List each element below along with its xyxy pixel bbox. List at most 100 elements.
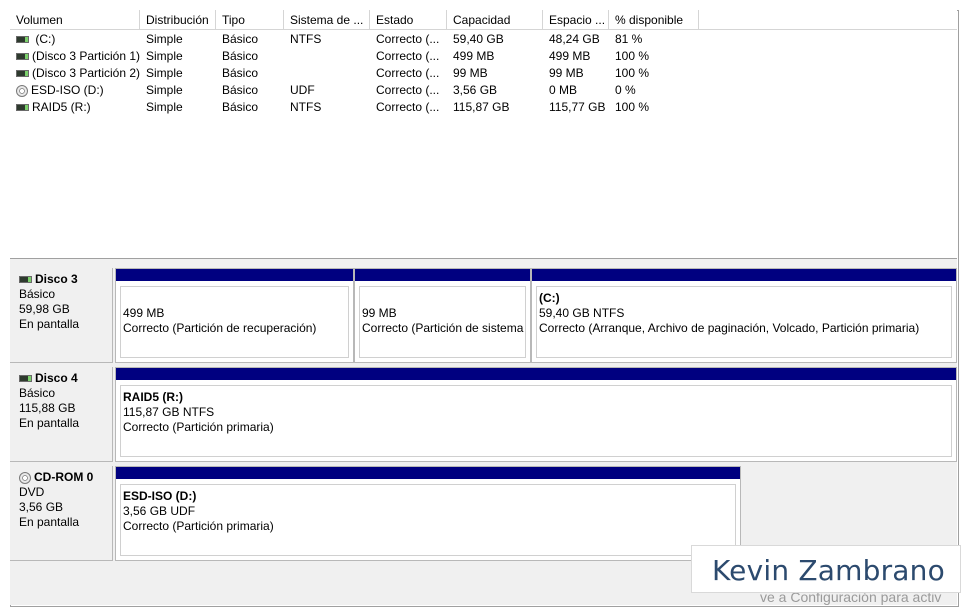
column-header-volume[interactable]: Volumen bbox=[10, 10, 140, 29]
partition-info: 499 MB Correcto (Partición de recuperaci… bbox=[120, 286, 349, 358]
filesystem-cell: NTFS bbox=[290, 32, 322, 46]
partition-title: (C:) bbox=[539, 291, 560, 305]
partition-size: 59,40 GB NTFS bbox=[539, 306, 625, 320]
disk-label[interactable]: CD-ROM 0 DVD 3,56 GB En pantalla bbox=[10, 466, 113, 561]
partition-title bbox=[362, 291, 525, 306]
partition-size: 99 MB bbox=[362, 306, 397, 320]
partition-title: RAID5 (R:) bbox=[123, 390, 183, 404]
percent-free-cell: 100 % bbox=[615, 66, 650, 80]
volume-cell: (C:) bbox=[10, 31, 140, 48]
status-cell: Correcto (... bbox=[376, 32, 440, 46]
volume-row[interactable]: (C:) Simple Básico NTFS Correcto (... 59… bbox=[10, 31, 957, 48]
layout-cell: Simple bbox=[146, 83, 183, 97]
partition-c[interactable]: (C:) 59,40 GB NTFS Correcto (Arranque, A… bbox=[531, 268, 957, 363]
partition-system[interactable]: 99 MB Correcto (Partición de sistema bbox=[354, 268, 531, 363]
partition-status: Correcto (Partición primaria) bbox=[123, 420, 274, 434]
disk-name: Disco 4 bbox=[19, 371, 112, 386]
filesystem-cell: UDF bbox=[290, 83, 315, 97]
hard-disk-icon bbox=[16, 70, 29, 78]
partition-esd-iso[interactable]: ESD-ISO (D:) 3,56 GB UDF Correcto (Parti… bbox=[115, 466, 741, 561]
disk-kind: Básico bbox=[19, 287, 56, 301]
status-cell: Correcto (... bbox=[376, 66, 440, 80]
volume-cell: (Disco 3 Partición 2) bbox=[10, 65, 140, 82]
type-cell: Básico bbox=[222, 32, 259, 46]
volume-row[interactable]: (Disco 3 Partición 1) Simple Básico Corr… bbox=[10, 48, 957, 65]
column-header-layout[interactable]: Distribución bbox=[140, 10, 216, 29]
partition-bar bbox=[532, 269, 956, 281]
type-cell: Básico bbox=[222, 83, 259, 97]
column-header-free-space[interactable]: Espacio ... bbox=[543, 10, 609, 29]
cd-disc-icon bbox=[16, 84, 28, 97]
cd-disc-icon bbox=[19, 471, 31, 484]
volume-row[interactable]: (Disco 3 Partición 2) Simple Básico Corr… bbox=[10, 65, 957, 82]
partition-bar bbox=[116, 269, 353, 281]
disk-size: 59,98 GB bbox=[19, 302, 70, 316]
partition-recovery[interactable]: 499 MB Correcto (Partición de recuperaci… bbox=[115, 268, 354, 363]
partition-status: Correcto (Partición de recuperación) bbox=[123, 321, 317, 335]
volume-name: RAID5 (R:) bbox=[32, 100, 91, 114]
partition-bar bbox=[116, 467, 740, 479]
column-header-percent-free[interactable]: % disponible bbox=[609, 10, 699, 29]
percent-free-cell: 81 % bbox=[615, 32, 643, 46]
partition-info: (C:) 59,40 GB NTFS Correcto (Arranque, A… bbox=[536, 286, 952, 358]
disk-label[interactable]: Disco 4 Básico 115,88 GB En pantalla bbox=[10, 367, 113, 462]
volume-cell: RAID5 (R:) bbox=[10, 99, 140, 116]
filesystem-cell bbox=[284, 48, 370, 65]
status-cell: Correcto (... bbox=[376, 83, 440, 97]
list-header: Volumen Distribución Tipo Sistema de ...… bbox=[10, 10, 957, 30]
layout-cell: Simple bbox=[146, 49, 183, 63]
column-header-capacity[interactable]: Capacidad bbox=[447, 10, 543, 29]
disk-kind: DVD bbox=[19, 485, 45, 499]
column-header-status[interactable]: Estado bbox=[370, 10, 447, 29]
disk-state: En pantalla bbox=[19, 317, 80, 331]
filesystem-cell: NTFS bbox=[290, 100, 322, 114]
free-space-cell: 99 MB bbox=[549, 66, 584, 80]
disk-size: 115,88 GB bbox=[19, 401, 76, 415]
free-space-cell: 48,24 GB bbox=[549, 32, 600, 46]
disk-kind: Básico bbox=[19, 386, 56, 400]
layout-cell: Simple bbox=[146, 66, 183, 80]
volume-cell: (Disco 3 Partición 1) bbox=[10, 48, 140, 65]
volume-list: Volumen Distribución Tipo Sistema de ...… bbox=[10, 10, 957, 259]
disk-size: 3,56 GB bbox=[19, 500, 64, 514]
type-cell: Básico bbox=[222, 66, 259, 80]
hard-disk-icon bbox=[16, 53, 29, 61]
status-cell: Correcto (... bbox=[376, 100, 440, 114]
volume-name: (C:) bbox=[32, 32, 56, 46]
capacity-cell: 99 MB bbox=[453, 66, 488, 80]
disk-label[interactable]: Disco 3 Básico 59,98 GB En pantalla bbox=[10, 268, 113, 363]
watermark: Kevin Zambrano bbox=[691, 545, 961, 593]
partition-size: 3,56 GB UDF bbox=[123, 504, 196, 518]
free-space-cell: 499 MB bbox=[549, 49, 591, 63]
free-space-cell: 0 MB bbox=[549, 83, 578, 97]
status-cell: Correcto (... bbox=[376, 49, 440, 63]
hard-disk-icon bbox=[19, 276, 32, 283]
partition-info: 99 MB Correcto (Partición de sistema bbox=[359, 286, 526, 358]
capacity-cell: 3,56 GB bbox=[453, 83, 498, 97]
partition-status: Correcto (Partición de sistema bbox=[362, 321, 524, 335]
percent-free-cell: 100 % bbox=[615, 100, 650, 114]
partition-title: ESD-ISO (D:) bbox=[123, 489, 197, 503]
partition-raid5[interactable]: RAID5 (R:) 115,87 GB NTFS Correcto (Part… bbox=[115, 367, 957, 462]
column-header-filesystem[interactable]: Sistema de ... bbox=[284, 10, 370, 29]
capacity-cell: 59,40 GB bbox=[453, 32, 504, 46]
disk-name: CD-ROM 0 bbox=[19, 470, 112, 485]
watermark-text: Kevin Zambrano bbox=[712, 554, 945, 587]
disk-state: En pantalla bbox=[19, 515, 80, 529]
disk-name: Disco 3 bbox=[19, 272, 112, 287]
hard-disk-icon bbox=[19, 375, 32, 382]
volume-name: (Disco 3 Partición 2) bbox=[32, 66, 140, 80]
hard-disk-icon bbox=[16, 36, 29, 44]
percent-free-cell: 0 % bbox=[615, 83, 636, 97]
percent-free-cell: 100 % bbox=[615, 49, 650, 63]
volume-cell: ESD-ISO (D:) bbox=[10, 82, 140, 99]
volume-row[interactable]: ESD-ISO (D:) Simple Básico UDF Correcto … bbox=[10, 82, 957, 99]
volume-row[interactable]: RAID5 (R:) Simple Básico NTFS Correcto (… bbox=[10, 99, 957, 116]
partition-title bbox=[123, 291, 348, 306]
partition-status: Correcto (Partición primaria) bbox=[123, 519, 274, 533]
filesystem-cell bbox=[284, 65, 370, 82]
layout-cell: Simple bbox=[146, 100, 183, 114]
partition-info: ESD-ISO (D:) 3,56 GB UDF Correcto (Parti… bbox=[120, 484, 736, 556]
column-header-type[interactable]: Tipo bbox=[216, 10, 284, 29]
capacity-cell: 499 MB bbox=[453, 49, 495, 63]
